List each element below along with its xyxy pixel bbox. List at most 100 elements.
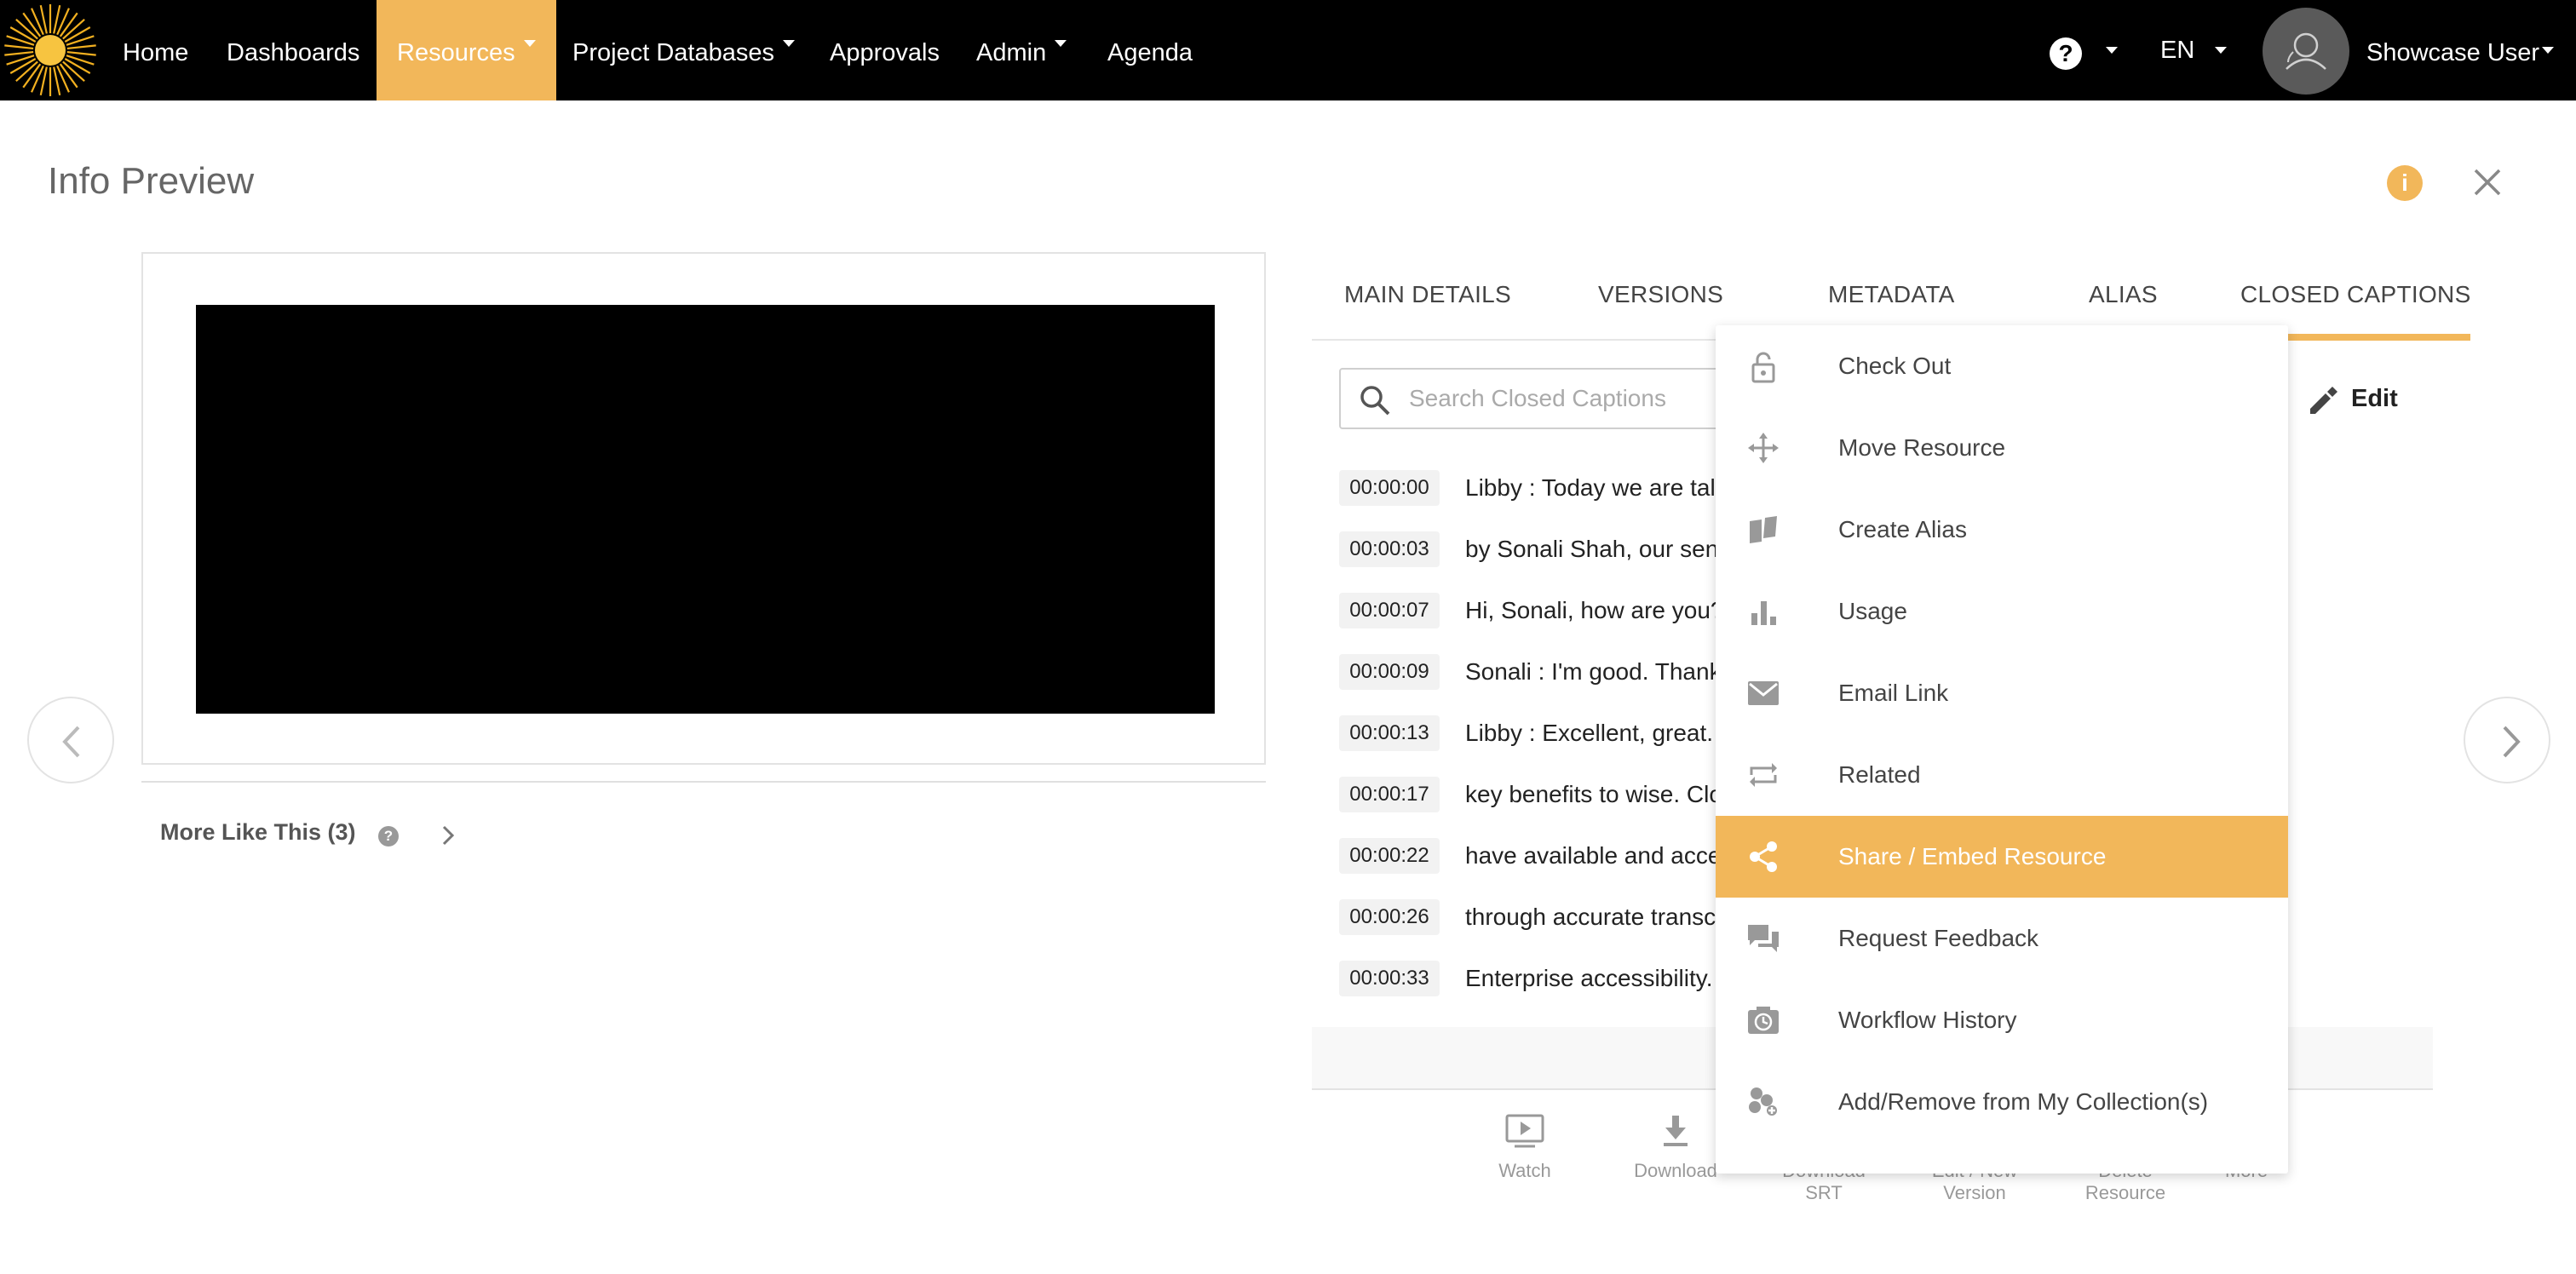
caption-timestamp[interactable]: 00:00:03 xyxy=(1339,531,1440,567)
cc-search-input[interactable] xyxy=(1409,380,1724,417)
menu-item-email-link[interactable]: Email Link xyxy=(1716,652,2288,734)
info-icon[interactable]: i xyxy=(2387,165,2423,201)
sun-logo-icon[interactable] xyxy=(2,2,99,99)
more-like-this-label[interactable]: More Like This (3) xyxy=(160,819,356,846)
caption-row[interactable]: 00:00:33 Enterprise accessibility. xyxy=(1339,961,1731,996)
tab-alias[interactable]: ALIAS xyxy=(2089,281,2158,308)
nav-project-databases[interactable]: Project Databases xyxy=(572,0,795,100)
caption-row[interactable]: 00:00:07 Hi, Sonali, how are you? xyxy=(1339,593,1731,628)
caption-timestamp[interactable]: 00:00:22 xyxy=(1339,838,1440,874)
divider xyxy=(141,781,1266,783)
caption-timestamp[interactable]: 00:00:17 xyxy=(1339,777,1440,812)
top-navbar: Home Dashboards Resources Project Databa… xyxy=(0,0,2576,100)
download-icon xyxy=(1664,1116,1688,1146)
caption-text: through accurate transc xyxy=(1465,904,1716,930)
caption-timestamp[interactable]: 00:00:33 xyxy=(1339,961,1440,996)
avatar[interactable] xyxy=(2263,8,2349,95)
menu-item-label: Email Link xyxy=(1838,680,1949,706)
chevron-down-icon[interactable] xyxy=(2542,47,2554,54)
caption-text: Sonali : I'm good. Thank xyxy=(1465,658,1722,685)
menu-item-label: Workflow History xyxy=(1838,1007,2017,1033)
next-resource-button[interactable] xyxy=(2464,697,2550,783)
caption-row[interactable]: 00:00:17 key benefits to wise. Clo xyxy=(1339,777,1731,812)
edit-captions-button[interactable]: Edit xyxy=(2305,380,2398,417)
nav-resources[interactable]: Resources xyxy=(377,0,556,100)
caption-timestamp[interactable]: 00:00:00 xyxy=(1339,470,1440,506)
menu-item-move-resource[interactable]: Move Resource xyxy=(1716,407,2288,489)
menu-item-label: Request Feedback xyxy=(1838,925,2039,951)
nav-approvals[interactable]: Approvals xyxy=(830,0,940,100)
nav-dashboards[interactable]: Dashboards xyxy=(227,0,359,100)
play-icon xyxy=(1505,1114,1544,1148)
download-label: Download xyxy=(1634,1160,1717,1181)
user-avatar-icon xyxy=(2286,32,2326,70)
help-icon[interactable]: ? xyxy=(378,826,399,846)
caption-timestamp[interactable]: 00:00:26 xyxy=(1339,899,1440,935)
close-icon[interactable] xyxy=(2470,165,2504,199)
language-selector[interactable]: EN xyxy=(2160,0,2194,100)
user-menu[interactable]: Showcase User xyxy=(2366,0,2539,100)
page-title: Info Preview xyxy=(48,160,255,202)
menu-item-usage[interactable]: Usage xyxy=(1716,571,2288,652)
chevron-down-icon[interactable] xyxy=(2106,47,2118,54)
watch-button[interactable]: Watch xyxy=(1482,1112,1567,1182)
collection-icon xyxy=(1749,1087,1777,1116)
caption-timestamp[interactable]: 00:00:07 xyxy=(1339,593,1440,628)
email-icon xyxy=(1748,681,1779,705)
watch-label: Watch xyxy=(1498,1160,1551,1181)
chevron-down-icon xyxy=(782,40,795,48)
bar-chart-icon xyxy=(1751,601,1776,625)
menu-item-check-out[interactable]: Check Out xyxy=(1716,325,2288,407)
caption-text: Hi, Sonali, how are you? xyxy=(1465,597,1724,623)
chevron-down-icon[interactable] xyxy=(2215,47,2227,54)
menu-item-share-embed-resource[interactable]: Share / Embed Resource xyxy=(1716,816,2288,898)
menu-item-workflow-history[interactable]: Workflow History xyxy=(1716,979,2288,1061)
chat-icon xyxy=(1748,925,1779,952)
download-button[interactable]: Download xyxy=(1629,1112,1722,1182)
caption-timestamp[interactable]: 00:00:09 xyxy=(1339,654,1440,690)
nav-home[interactable]: Home xyxy=(123,0,188,100)
menu-item-related[interactable]: Related xyxy=(1716,734,2288,816)
caption-row[interactable]: 00:00:26 through accurate transc xyxy=(1339,899,1731,935)
caption-text: by Sonali Shah, our sen xyxy=(1465,536,1719,562)
tab-versions[interactable]: VERSIONS xyxy=(1598,281,1723,308)
more-actions-menu: Check Out Move Resource Create Alias Usa… xyxy=(1716,325,2288,1174)
nav-agenda[interactable]: Agenda xyxy=(1107,0,1193,100)
pencil-icon xyxy=(2310,387,2337,414)
caption-row[interactable]: 00:00:00 Libby : Today we are tal xyxy=(1339,470,1731,506)
nav-project-databases-label: Project Databases xyxy=(572,39,774,66)
chevron-right-icon xyxy=(2503,726,2521,758)
tab-metadata[interactable]: METADATA xyxy=(1828,281,1955,308)
menu-item-label: Add/Remove from My Collection(s) xyxy=(1838,1088,2209,1115)
help-icon[interactable]: ? xyxy=(2050,37,2082,70)
tab-main-details[interactable]: MAIN DETAILS xyxy=(1344,281,1511,308)
caption-text: Libby : Today we are tal xyxy=(1465,474,1716,501)
caption-text: have available and acce xyxy=(1465,842,1722,869)
menu-item-request-feedback[interactable]: Request Feedback xyxy=(1716,898,2288,979)
search-icon xyxy=(1360,386,1390,416)
menu-item-add-remove-collection[interactable]: Add/Remove from My Collection(s) xyxy=(1716,1061,2288,1143)
nav-admin[interactable]: Admin xyxy=(976,0,1067,100)
caption-timestamp[interactable]: 00:00:13 xyxy=(1339,715,1440,751)
caption-row[interactable]: 00:00:13 Libby : Excellent, great. xyxy=(1339,715,1731,751)
preview-frame xyxy=(141,252,1266,765)
share-icon xyxy=(1750,841,1777,872)
tab-closed-captions[interactable]: CLOSED CAPTIONS xyxy=(2240,281,2471,308)
caption-row[interactable]: 00:00:03 by Sonali Shah, our sen xyxy=(1339,531,1731,567)
menu-item-label: Usage xyxy=(1838,598,1907,624)
history-icon xyxy=(1748,1007,1779,1034)
edit-label: Edit xyxy=(2351,385,2398,412)
menu-item-create-alias[interactable]: Create Alias xyxy=(1716,489,2288,571)
repeat-icon xyxy=(1750,763,1777,787)
chevron-down-icon xyxy=(523,40,536,48)
menu-item-label: Check Out xyxy=(1838,353,1952,379)
caption-row[interactable]: 00:00:09 Sonali : I'm good. Thank xyxy=(1339,654,1731,690)
alias-icon xyxy=(1750,516,1777,543)
video-player[interactable] xyxy=(196,305,1215,714)
caption-text: key benefits to wise. Clo xyxy=(1465,781,1722,807)
chevron-left-icon xyxy=(62,726,80,758)
caption-row[interactable]: 00:00:22 have available and acce xyxy=(1339,838,1731,874)
previous-resource-button[interactable] xyxy=(27,697,114,783)
lock-open-icon xyxy=(1751,352,1775,383)
chevron-right-icon[interactable] xyxy=(438,823,458,848)
